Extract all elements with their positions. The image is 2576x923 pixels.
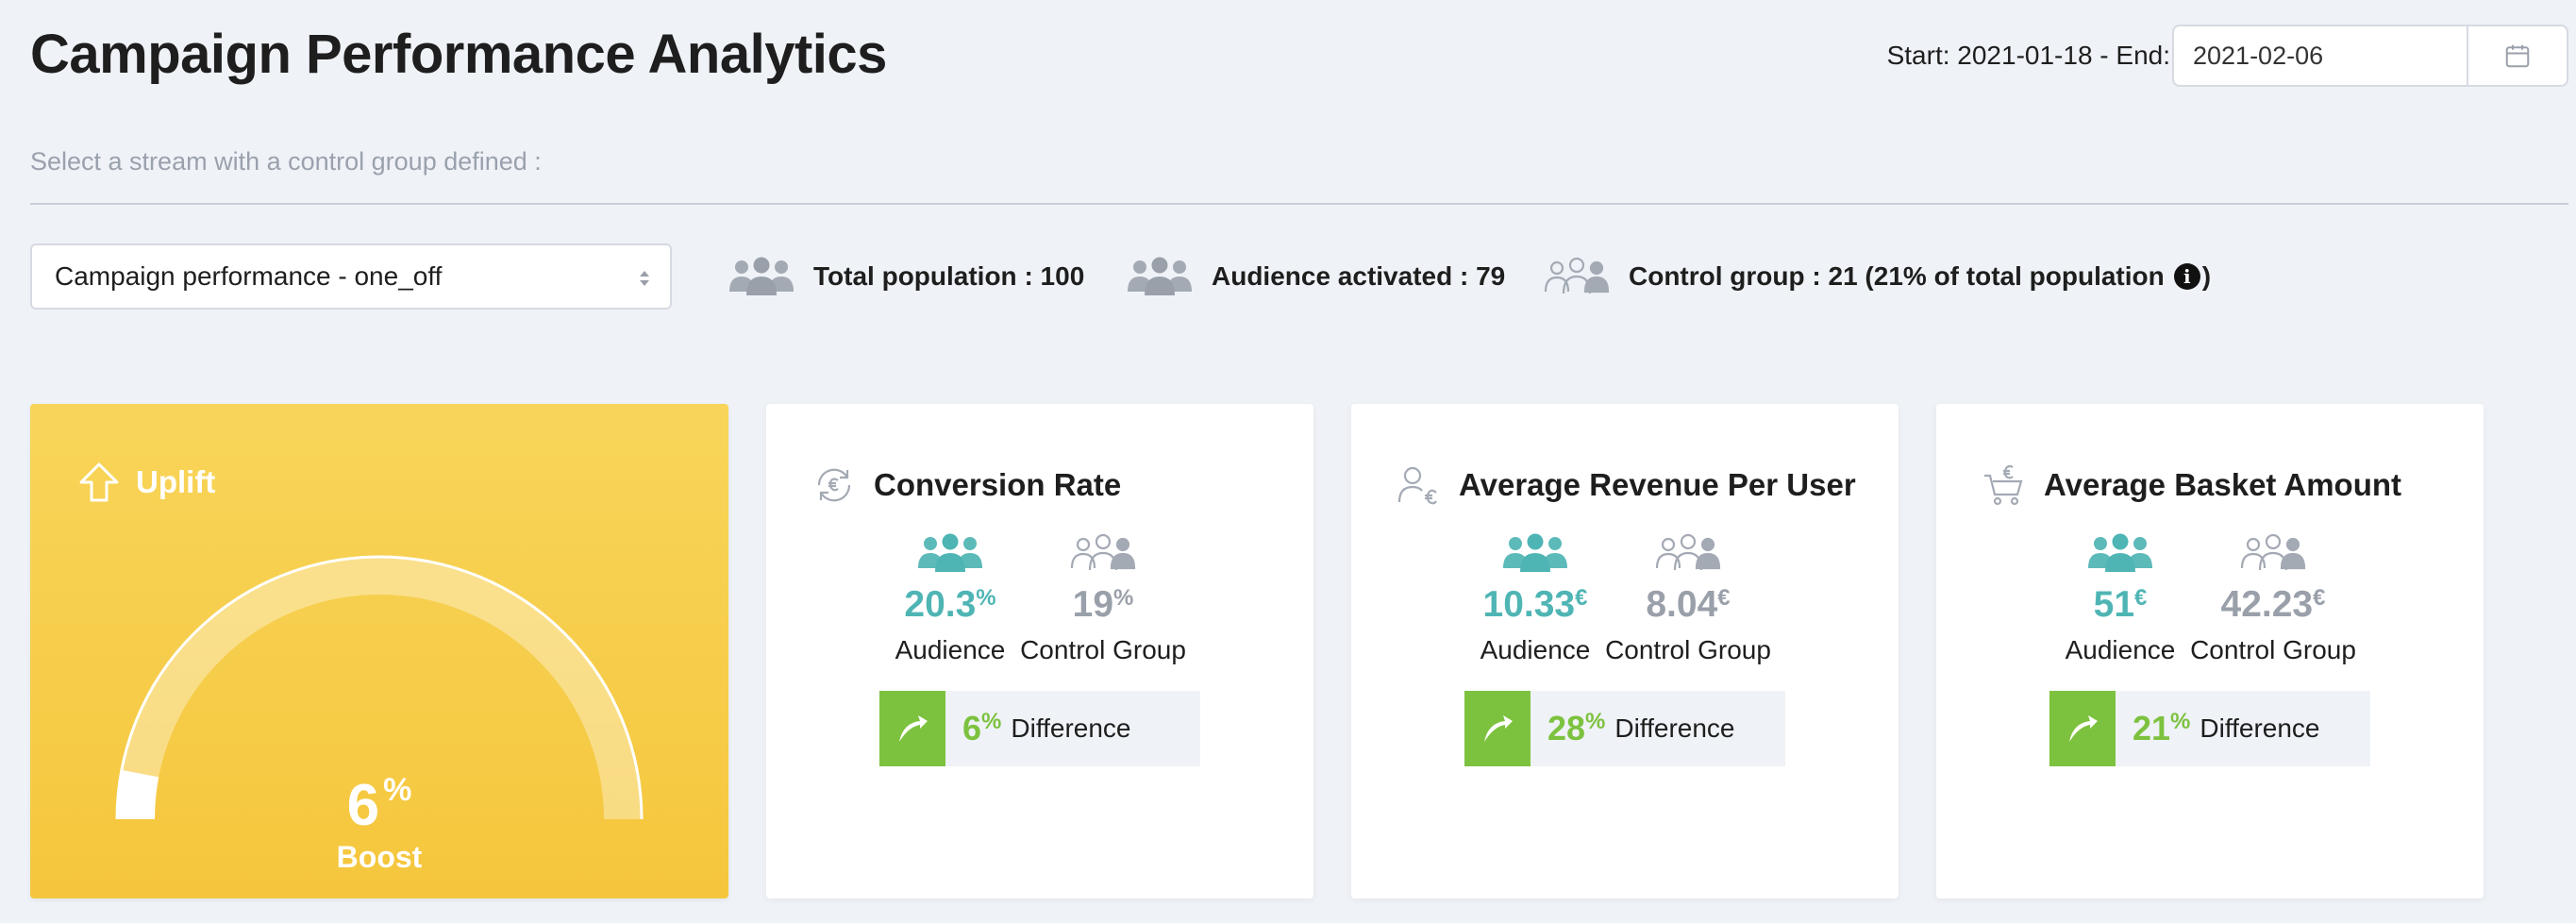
control-label: Control Group xyxy=(1020,635,1186,664)
trend-up-icon xyxy=(2069,715,2098,742)
audience-number: 10.33 xyxy=(1482,584,1576,625)
control-value: 19% xyxy=(1013,576,1193,628)
difference-value: 28% xyxy=(1547,709,1605,748)
total-population-text: Total population : 100 xyxy=(813,261,1085,291)
audience-unit: % xyxy=(976,585,996,611)
difference-unit: % xyxy=(981,709,1002,734)
difference-unit: % xyxy=(1585,709,1606,734)
metric-title: Average Revenue Per User xyxy=(1397,462,1856,508)
difference-number: 28 xyxy=(1547,709,1586,747)
stream-select[interactable]: Campaign performance - one_off xyxy=(30,243,672,310)
uplift-card: Uplift 6% Boost xyxy=(30,404,728,898)
control-unit: € xyxy=(1717,585,1731,611)
people-group-icon xyxy=(1503,533,1567,572)
people-outline-icon xyxy=(2240,533,2306,571)
uplift-value: 6% xyxy=(30,772,728,839)
average-revenue-card: Average Revenue Per User 10.33€ Audience… xyxy=(1351,404,1899,898)
metric-title: Conversion Rate xyxy=(811,462,1121,508)
people-group-icon xyxy=(2088,533,2152,572)
difference-number: 21 xyxy=(2133,709,2171,747)
difference-badge: 21% Difference xyxy=(2049,691,2370,766)
user-euro-icon xyxy=(1397,466,1437,505)
control-value: 42.23€ xyxy=(2183,576,2363,628)
divider xyxy=(30,203,2568,205)
total-population-stat: Total population : 100 xyxy=(728,253,1084,300)
control-value: 8.04€ xyxy=(1598,576,1778,628)
control-unit: % xyxy=(1113,585,1134,611)
control-unit: € xyxy=(2313,585,2326,611)
difference-number: 6 xyxy=(962,709,982,747)
control-label: Control Group xyxy=(1605,635,1771,664)
average-basket-card: Average Basket Amount 51€ Audience 42.23… xyxy=(1936,404,2484,898)
stream-prompt: Select a stream with a control group def… xyxy=(30,147,542,176)
date-range-label: Start: 2021-01-18 - End: xyxy=(1886,41,2170,70)
metric-title-text: Average Revenue Per User xyxy=(1459,467,1856,502)
audience-unit: € xyxy=(1575,585,1588,611)
metric-title-text: Average Basket Amount xyxy=(2044,467,2402,502)
trend-up-box xyxy=(879,691,945,766)
trend-up-box xyxy=(2049,691,2116,766)
difference-badge: 6% Difference xyxy=(879,691,1200,766)
difference-badge: 28% Difference xyxy=(1464,691,1785,766)
control-number: 42.23 xyxy=(2220,584,2314,625)
difference-label: Difference xyxy=(1011,713,1131,743)
uplift-unit: % xyxy=(383,772,412,808)
control-label: Control Group xyxy=(2190,635,2356,664)
control-column: 19% Control Group xyxy=(1013,532,1193,665)
people-group-icon xyxy=(1128,257,1192,295)
calendar-button[interactable] xyxy=(2468,25,2568,87)
difference-unit: % xyxy=(2170,709,2191,734)
date-range: Start: 2021-01-18 - End: 2021-02-06 xyxy=(1887,25,2568,87)
trend-up-icon xyxy=(1484,715,1513,742)
difference-value: 21% xyxy=(2133,709,2190,748)
metric-title: Average Basket Amount xyxy=(1982,462,2401,508)
people-outline-icon xyxy=(1544,257,1610,294)
people-outline-icon xyxy=(1655,533,1721,571)
control-number: 19 xyxy=(1072,584,1114,625)
uplift-label: Boost xyxy=(336,840,423,874)
people-group-icon xyxy=(729,257,794,295)
control-group-close: ) xyxy=(2201,261,2212,291)
uplift-number: 6 xyxy=(346,773,380,838)
control-column: 8.04€ Control Group xyxy=(1598,532,1778,665)
audience-unit: € xyxy=(2134,585,2148,611)
trend-up-box xyxy=(1464,691,1531,766)
people-outline-icon xyxy=(1070,533,1136,571)
control-group-stat: Control group : 21 (21% of total populat… xyxy=(1544,253,2211,300)
conversion-rate-card: Conversion Rate 20.3% Audience 19% Contr… xyxy=(766,404,1313,898)
calendar-icon xyxy=(2505,44,2530,68)
people-group-icon xyxy=(918,533,982,572)
page-title: Campaign Performance Analytics xyxy=(30,24,887,85)
select-arrows-icon xyxy=(640,271,649,286)
difference-label: Difference xyxy=(2200,713,2320,743)
trend-up-icon xyxy=(899,715,928,742)
cart-euro-icon xyxy=(1984,464,2023,506)
stream-select-value: Campaign performance - one_off xyxy=(55,261,443,291)
end-date-input[interactable]: 2021-02-06 xyxy=(2172,25,2468,87)
difference-label: Difference xyxy=(1614,713,1735,743)
control-group-text: Control group : 21 (21% of total populat… xyxy=(1629,261,2165,291)
info-icon[interactable]: i xyxy=(2173,263,2200,290)
control-number: 8.04 xyxy=(1646,584,1718,625)
audience-number: 20.3 xyxy=(904,584,977,625)
conversion-icon xyxy=(817,468,851,502)
metric-title-text: Conversion Rate xyxy=(874,467,1122,502)
audience-number: 51 xyxy=(2093,584,2135,625)
audience-activated-stat: Audience activated : 79 xyxy=(1127,253,1505,300)
audience-activated-text: Audience activated : 79 xyxy=(1212,261,1506,291)
difference-value: 6% xyxy=(962,709,1001,748)
control-column: 42.23€ Control Group xyxy=(2183,532,2363,665)
